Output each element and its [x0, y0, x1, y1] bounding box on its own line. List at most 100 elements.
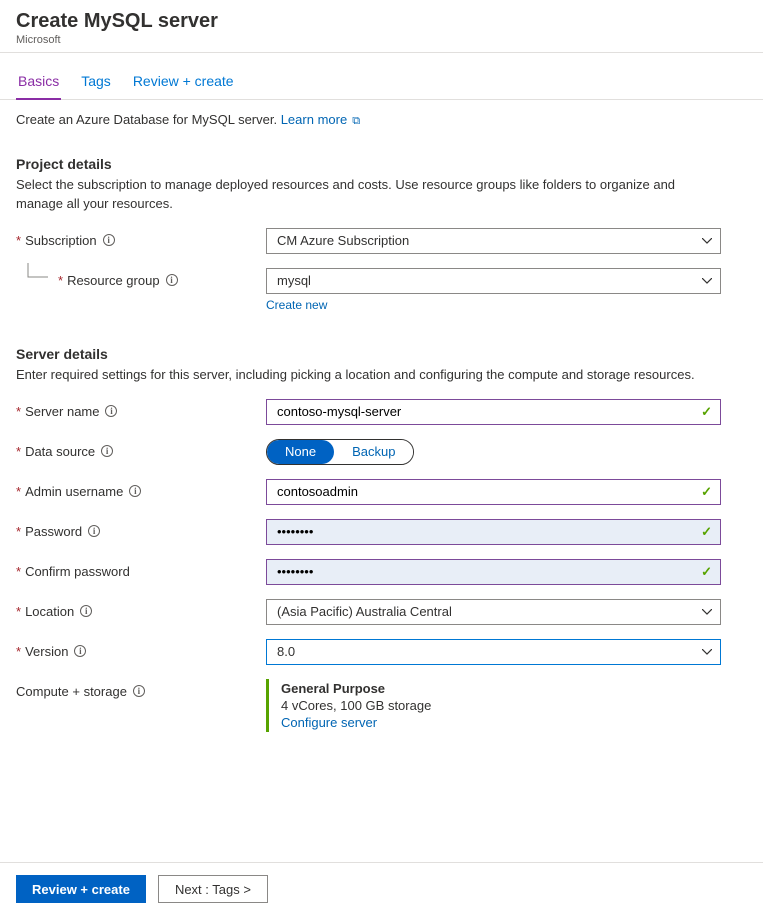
learn-more-link[interactable]: Learn more ⧉	[281, 112, 360, 127]
row-subscription: * Subscription i CM Azure Subscription	[16, 228, 747, 254]
form-content: Create an Azure Database for MySQL serve…	[0, 100, 763, 732]
chevron-down-icon	[702, 238, 712, 244]
admin-username-input-wrapper: ✓	[266, 479, 721, 505]
row-server-name: * Server name i ✓	[16, 399, 747, 425]
data-source-toggle: None Backup	[266, 439, 414, 465]
required-asterisk: *	[16, 444, 21, 459]
compute-label-text: Compute + storage	[16, 684, 127, 699]
info-icon[interactable]: i	[80, 605, 92, 617]
label-password: * Password i	[16, 519, 266, 539]
data-source-backup[interactable]: Backup	[334, 440, 413, 464]
compute-spec: 4 vCores, 100 GB storage	[281, 698, 721, 713]
server-name-input[interactable]	[277, 400, 692, 424]
project-details-title: Project details	[16, 156, 747, 172]
create-new-resource-group-link[interactable]: Create new	[266, 298, 327, 312]
chevron-down-icon	[702, 649, 712, 655]
required-asterisk: *	[16, 644, 21, 659]
compute-tier: General Purpose	[281, 681, 721, 696]
label-version: * Version i	[16, 639, 266, 659]
version-select[interactable]: 8.0	[266, 639, 721, 665]
label-admin-username: * Admin username i	[16, 479, 266, 499]
page-header: Create MySQL server Microsoft	[0, 0, 763, 53]
check-icon: ✓	[701, 564, 712, 580]
row-admin-username: * Admin username i ✓	[16, 479, 747, 505]
label-confirm-password: * Confirm password	[16, 559, 266, 579]
admin-username-label-text: Admin username	[25, 484, 123, 499]
review-create-button[interactable]: Review + create	[16, 875, 146, 903]
server-name-input-wrapper: ✓	[266, 399, 721, 425]
info-icon[interactable]: i	[101, 445, 113, 457]
next-tags-button[interactable]: Next : Tags >	[158, 875, 268, 903]
subscription-value: CM Azure Subscription	[277, 233, 409, 248]
tab-basics[interactable]: Basics	[16, 69, 61, 99]
configure-server-link[interactable]: Configure server	[281, 715, 377, 730]
info-icon[interactable]: i	[166, 274, 178, 286]
info-icon[interactable]: i	[88, 525, 100, 537]
info-icon[interactable]: i	[103, 234, 115, 246]
label-resource-group: * Resource group i	[16, 268, 266, 288]
data-source-label-text: Data source	[25, 444, 95, 459]
label-compute-storage: Compute + storage i	[16, 679, 266, 699]
info-icon[interactable]: i	[133, 685, 145, 697]
page-title: Create MySQL server	[16, 8, 747, 34]
tab-bar: Basics Tags Review + create	[0, 53, 763, 100]
row-data-source: * Data source i None Backup	[16, 439, 747, 465]
confirm-password-input[interactable]	[277, 560, 692, 584]
row-location: * Location i (Asia Pacific) Australia Ce…	[16, 599, 747, 625]
info-icon[interactable]: i	[74, 645, 86, 657]
version-label-text: Version	[25, 644, 68, 659]
confirm-password-label-text: Confirm password	[25, 564, 130, 579]
project-details-desc: Select the subscription to manage deploy…	[16, 176, 716, 214]
label-subscription: * Subscription i	[16, 228, 266, 248]
server-details-title: Server details	[16, 346, 747, 362]
location-value: (Asia Pacific) Australia Central	[277, 604, 452, 619]
branch-icon	[16, 263, 52, 287]
chevron-down-icon	[702, 278, 712, 284]
version-value: 8.0	[277, 644, 295, 659]
intro-prefix: Create an Azure Database for MySQL serve…	[16, 112, 281, 127]
required-asterisk: *	[58, 273, 63, 288]
resource-group-value: mysql	[277, 273, 311, 288]
label-data-source: * Data source i	[16, 439, 266, 459]
confirm-password-input-wrapper: ✓	[266, 559, 721, 585]
data-source-none[interactable]: None	[267, 440, 334, 464]
required-asterisk: *	[16, 484, 21, 499]
info-icon[interactable]: i	[105, 405, 117, 417]
password-label-text: Password	[25, 524, 82, 539]
compute-summary: General Purpose 4 vCores, 100 GB storage…	[266, 679, 721, 732]
subscription-label-text: Subscription	[25, 233, 97, 248]
resource-group-select[interactable]: mysql	[266, 268, 721, 294]
required-asterisk: *	[16, 404, 21, 419]
resource-group-label-text: Resource group	[67, 273, 160, 288]
tab-tags[interactable]: Tags	[79, 69, 113, 99]
check-icon: ✓	[701, 524, 712, 540]
label-server-name: * Server name i	[16, 399, 266, 419]
external-link-icon: ⧉	[349, 115, 360, 127]
server-details-desc: Enter required settings for this server,…	[16, 366, 716, 385]
required-asterisk: *	[16, 604, 21, 619]
row-confirm-password: * Confirm password ✓	[16, 559, 747, 585]
password-input-wrapper: ✓	[266, 519, 721, 545]
admin-username-input[interactable]	[277, 480, 692, 504]
intro-text: Create an Azure Database for MySQL serve…	[16, 112, 747, 128]
server-name-label-text: Server name	[25, 404, 99, 419]
required-asterisk: *	[16, 524, 21, 539]
label-location: * Location i	[16, 599, 266, 619]
row-resource-group: * Resource group i mysql Create new	[16, 268, 747, 312]
info-icon[interactable]: i	[129, 485, 141, 497]
row-password: * Password i ✓	[16, 519, 747, 545]
password-input[interactable]	[277, 520, 692, 544]
row-compute-storage: Compute + storage i General Purpose 4 vC…	[16, 679, 747, 732]
subscription-select[interactable]: CM Azure Subscription	[266, 228, 721, 254]
location-label-text: Location	[25, 604, 74, 619]
tab-review-create[interactable]: Review + create	[131, 69, 236, 99]
check-icon: ✓	[701, 484, 712, 500]
page-subtitle: Microsoft	[16, 34, 747, 46]
location-select[interactable]: (Asia Pacific) Australia Central	[266, 599, 721, 625]
required-asterisk: *	[16, 564, 21, 579]
check-icon: ✓	[701, 404, 712, 420]
chevron-down-icon	[702, 609, 712, 615]
wizard-footer: Review + create Next : Tags >	[0, 862, 763, 915]
required-asterisk: *	[16, 233, 21, 248]
row-version: * Version i 8.0	[16, 639, 747, 665]
